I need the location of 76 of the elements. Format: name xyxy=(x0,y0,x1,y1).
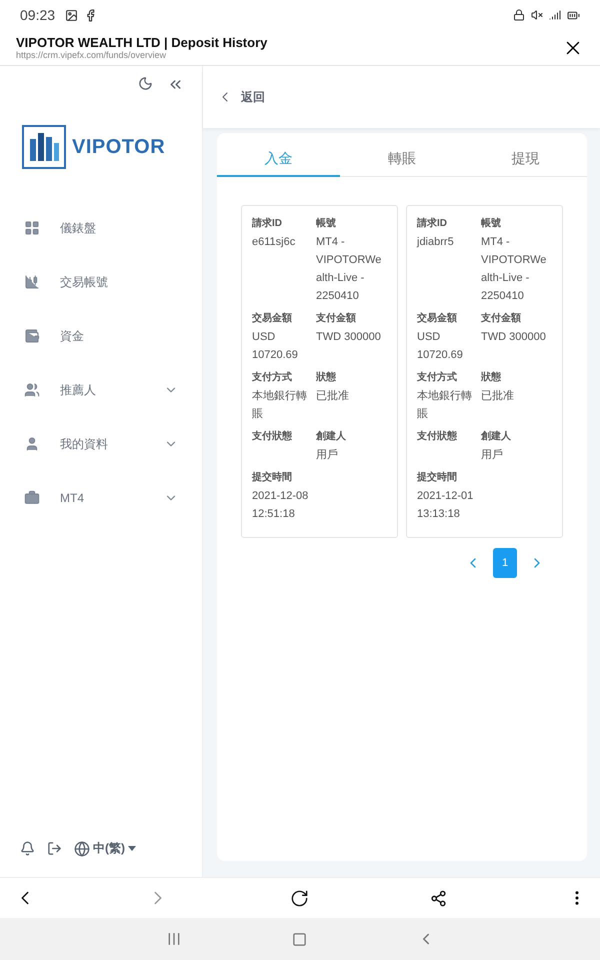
field-value: jdiabrr5 xyxy=(417,235,455,250)
field-value: 用戶 xyxy=(316,448,339,463)
bell-icon[interactable] xyxy=(20,841,35,856)
sidebar-label: 我的資料 xyxy=(60,436,109,452)
sidebar-item[interactable]: 資金 xyxy=(0,309,202,363)
tab[interactable]: 提現 xyxy=(464,143,587,177)
battery-icon xyxy=(567,8,580,22)
logout-icon[interactable] xyxy=(47,841,62,856)
field-value: USD 10720.69 xyxy=(252,330,299,363)
field-label: 提交時間 xyxy=(417,470,458,484)
field-label: 請求ID xyxy=(252,216,283,230)
sidebar-label: 資金 xyxy=(60,328,85,344)
field-value: e611sj6c xyxy=(252,235,296,250)
mute-icon xyxy=(531,9,543,21)
sidebar-label: MT4 xyxy=(60,491,85,505)
field-value: 本地銀行轉賬 xyxy=(417,389,473,422)
globe-icon xyxy=(74,840,90,856)
field-value: MT4 - VIPOTORWealth-Live - 2250410 xyxy=(481,235,548,304)
field-label: 支付方式 xyxy=(252,370,293,384)
field-label: 狀態 xyxy=(316,370,337,384)
sidebar-item[interactable]: MT4 xyxy=(0,471,202,525)
status-time: 09:23 xyxy=(20,7,56,23)
page-button[interactable]: 1 xyxy=(493,548,517,578)
candlestick-icon xyxy=(24,274,40,290)
sidebar-item[interactable]: 我的資料 xyxy=(0,417,202,471)
share-icon[interactable] xyxy=(430,890,447,906)
page-title: VIPOTOR WEALTH LTD | Deposit History xyxy=(16,35,268,50)
users-icon xyxy=(24,382,40,398)
sidebar-label: 交易帳號 xyxy=(60,274,109,290)
back-button[interactable]: 返回 xyxy=(217,88,265,106)
briefcase-icon xyxy=(24,490,40,506)
field-value: TWD 300000 xyxy=(481,330,547,345)
grid-icon xyxy=(24,220,40,236)
field-value: 已批准 xyxy=(481,389,515,404)
field-label: 提交時間 xyxy=(252,470,293,484)
field-label: 帳號 xyxy=(481,216,502,230)
field-value: 2021-12-08 12:51:18 xyxy=(252,489,310,522)
home-icon[interactable] xyxy=(292,932,306,946)
recents-icon[interactable] xyxy=(166,931,182,947)
field-value: TWD 300000 xyxy=(316,330,382,345)
field-label: 帳號 xyxy=(316,216,337,230)
field-label: 支付金額 xyxy=(316,312,357,325)
lock-icon xyxy=(513,9,525,21)
sidebar-item[interactable]: 儀錶盤 xyxy=(0,201,202,255)
tab[interactable]: 轉賬 xyxy=(340,143,464,177)
tab[interactable]: 入金 xyxy=(217,143,340,177)
signal-icon xyxy=(549,9,561,21)
field-label: 交易金額 xyxy=(417,311,458,325)
field-label: 支付金額 xyxy=(481,312,522,325)
sidebar-label: 儀錶盤 xyxy=(60,220,97,236)
field-value: MT4 - VIPOTORWealth-Live - 2250410 xyxy=(316,235,382,304)
image-icon xyxy=(65,8,78,22)
field-label: 狀態 xyxy=(481,370,502,384)
field-label: 請求ID xyxy=(417,216,448,230)
field-value: 用戶 xyxy=(481,448,504,463)
sidebar-label: 推薦人 xyxy=(60,382,97,398)
sidebar-item[interactable]: 推薦人 xyxy=(0,363,202,417)
wallet-icon xyxy=(24,328,40,344)
field-value: 2021-12-01 13:13:18 xyxy=(417,489,474,522)
caret-icon xyxy=(128,846,136,851)
field-label: 創建人 xyxy=(481,430,512,443)
field-value: USD 10720.69 xyxy=(417,330,464,363)
sidebar-item[interactable]: 交易帳號 xyxy=(0,255,202,309)
page-url: https://crm.vipefx.com/funds/overview xyxy=(16,50,168,60)
field-label: 交易金額 xyxy=(252,311,293,325)
field-label: 支付方式 xyxy=(417,370,458,384)
language-selector[interactable]: 中(繁) xyxy=(74,840,136,857)
field-label: 支付狀態 xyxy=(252,430,293,443)
field-value: 已批准 xyxy=(316,389,350,404)
field-value: 本地銀行轉賬 xyxy=(252,389,308,422)
logo-text: VIPOTOR xyxy=(72,136,166,158)
field-label: 創建人 xyxy=(316,430,347,443)
field-label: 支付狀態 xyxy=(417,430,458,443)
reload-icon[interactable] xyxy=(290,888,309,908)
logo-icon xyxy=(22,125,66,169)
user-icon xyxy=(24,436,40,452)
